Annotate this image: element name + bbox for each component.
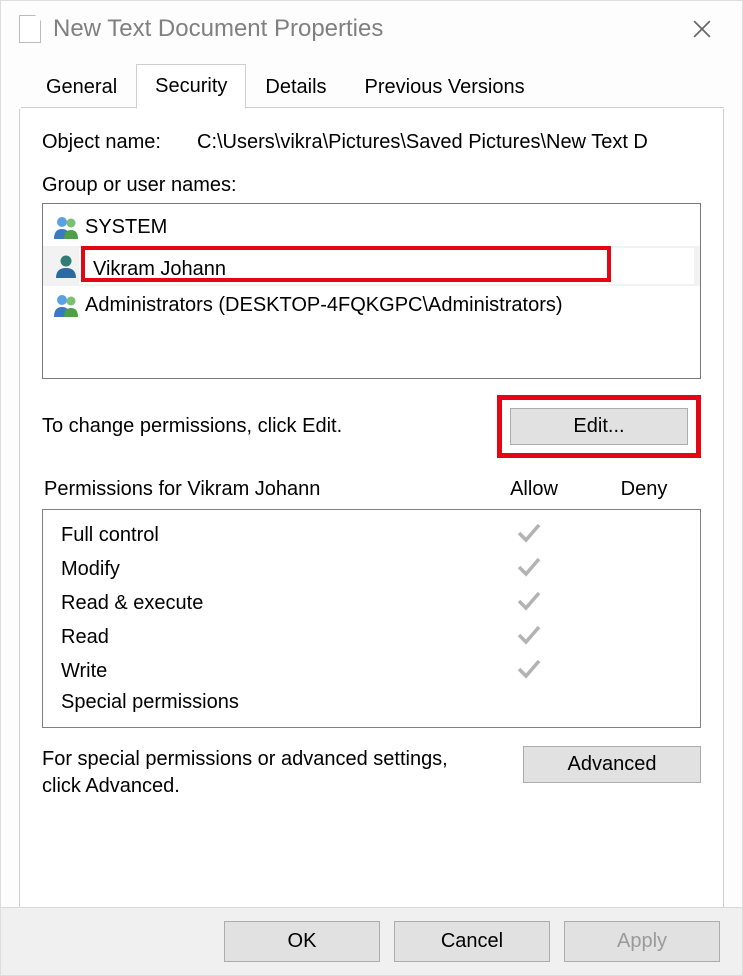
object-name-row: Object name: C:\Users\vikra\Pictures\Sav… <box>42 131 701 154</box>
checkmark-icon <box>516 623 542 651</box>
edit-button[interactable]: Edit... <box>510 408 688 445</box>
dialog-footer: OK Cancel Apply <box>1 907 742 975</box>
deny-column-header: Deny <box>589 478 699 501</box>
checkmark-icon <box>516 521 542 549</box>
tab-previous-versions[interactable]: Previous Versions <box>346 65 544 109</box>
close-button[interactable] <box>676 6 728 52</box>
perm-name: Special permissions <box>49 691 474 714</box>
perm-allow <box>474 657 584 685</box>
tab-details[interactable]: Details <box>246 65 345 109</box>
tab-general[interactable]: General <box>27 65 136 109</box>
group-user-label: Group or user names: <box>42 174 701 197</box>
checkmark-icon <box>516 555 542 583</box>
list-item[interactable]: SYSTEM <box>43 208 700 246</box>
perm-name: Write <box>49 660 474 683</box>
list-item-label: Administrators (DESKTOP-4FQKGPC\Administ… <box>81 290 563 320</box>
allow-column-header: Allow <box>479 478 589 501</box>
perm-row: Full control <box>45 518 698 552</box>
list-item-label: Vikram Johann <box>93 258 226 280</box>
security-tab-page: Object name: C:\Users\vikra\Pictures\Sav… <box>19 109 724 909</box>
group-user-list[interactable]: SYSTEM Vikram Johann <box>42 203 701 379</box>
object-name-value: C:\Users\vikra\Pictures\Saved Pictures\N… <box>197 131 701 154</box>
cancel-button[interactable]: Cancel <box>394 921 550 962</box>
tab-security[interactable]: Security <box>136 64 246 109</box>
permissions-header: Permissions for Vikram Johann Allow Deny <box>42 478 701 509</box>
checkmark-icon <box>516 657 542 685</box>
highlight-selected-user: Vikram Johann <box>81 246 611 282</box>
perm-row: Write <box>45 654 698 688</box>
perm-name: Read <box>49 626 474 649</box>
perm-row: Read <box>45 620 698 654</box>
person-icon <box>51 254 81 278</box>
perm-allow <box>474 623 584 651</box>
perm-name: Modify <box>49 558 474 581</box>
edit-hint-text: To change permissions, click Edit. <box>42 415 342 438</box>
tab-strip: General Security Details Previous Versio… <box>1 57 742 109</box>
perm-name: Read & execute <box>49 592 474 615</box>
highlight-edit-button: Edit... <box>497 395 701 458</box>
permissions-for-label: Permissions for Vikram Johann <box>44 478 479 501</box>
list-item[interactable]: Vikram Johann <box>43 246 700 286</box>
close-icon <box>693 20 711 38</box>
perm-row: Modify <box>45 552 698 586</box>
permissions-table: Full control Modify Read & execute Read … <box>42 509 701 728</box>
list-item-label: SYSTEM <box>81 212 167 242</box>
window-title: New Text Document Properties <box>53 15 383 43</box>
people-icon <box>51 293 81 317</box>
checkmark-icon <box>516 589 542 617</box>
object-name-label: Object name: <box>42 131 197 154</box>
perm-allow <box>474 555 584 583</box>
advanced-hint-text: For special permissions or advanced sett… <box>42 746 462 800</box>
apply-button[interactable]: Apply <box>564 921 720 962</box>
perm-name: Full control <box>49 524 474 547</box>
perm-allow <box>474 589 584 617</box>
title-bar: New Text Document Properties <box>1 1 742 57</box>
perm-allow <box>474 521 584 549</box>
ok-button[interactable]: OK <box>224 921 380 962</box>
perm-row: Read & execute <box>45 586 698 620</box>
perm-row: Special permissions <box>45 688 698 717</box>
advanced-button[interactable]: Advanced <box>523 746 701 783</box>
document-icon <box>19 15 41 43</box>
people-icon <box>51 215 81 239</box>
list-item[interactable]: Administrators (DESKTOP-4FQKGPC\Administ… <box>43 286 700 324</box>
